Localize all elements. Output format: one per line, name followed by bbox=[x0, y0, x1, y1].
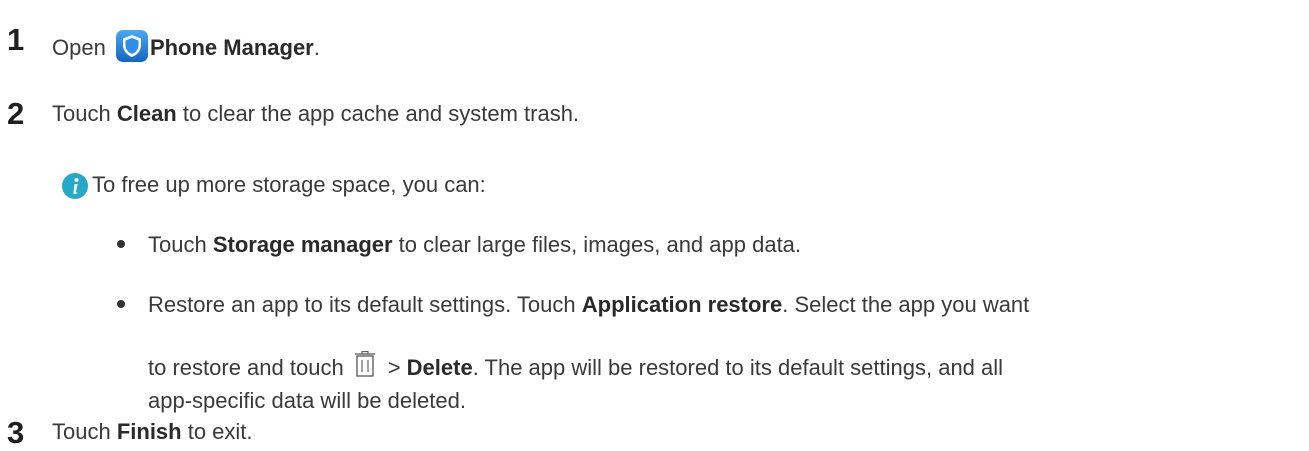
bullet-1-text: Touch Storage manager to clear large fil… bbox=[148, 234, 801, 256]
bullet-1-prefix: Touch bbox=[148, 232, 213, 257]
step-2-prefix: Touch bbox=[52, 101, 117, 126]
bullet-2-line-1-suffix: . Select the app you want bbox=[782, 292, 1030, 317]
info-icon bbox=[62, 173, 88, 199]
bullet-2-line-2-bold: Delete bbox=[406, 355, 473, 380]
phone-manager-shield-icon bbox=[115, 30, 148, 62]
step-3-text: Touch Finish to exit. bbox=[52, 421, 253, 443]
step-number-1: 1 bbox=[7, 22, 25, 57]
bullet-2-line-1-bold: Application restore bbox=[581, 292, 783, 317]
bullet-2-line-3: app-specific data will be deleted. bbox=[148, 388, 466, 413]
bullet-2-line-2-prefix: to restore and touch bbox=[148, 355, 344, 380]
step-number-2: 2 bbox=[7, 96, 25, 131]
step-1-prefix: Open bbox=[52, 35, 112, 60]
step-3-suffix: to exit. bbox=[181, 419, 253, 444]
step-3-bold: Finish bbox=[116, 419, 182, 444]
bullet-2-line-1: Restore an app to its default settings. … bbox=[148, 294, 1029, 316]
bullet-2-line-2: to restore and touch > Delete. The app w… bbox=[148, 351, 1003, 379]
trash-icon bbox=[354, 351, 375, 377]
bullet-dot bbox=[117, 300, 125, 308]
bullet-1-bold: Storage manager bbox=[212, 232, 393, 257]
step-number-3: 3 bbox=[7, 415, 25, 450]
note-intro: To free up more storage space, you can: bbox=[92, 172, 486, 197]
step-2-text: Touch Clean to clear the app cache and s… bbox=[52, 103, 579, 125]
bullet-2-line-2-gt: > bbox=[387, 355, 407, 380]
step-2-suffix: to clear the app cache and system trash. bbox=[176, 101, 580, 126]
step-3-prefix: Touch bbox=[52, 419, 117, 444]
step-1-suffix: . bbox=[313, 35, 320, 60]
step-1-bold: Phone Manager bbox=[149, 35, 314, 60]
bullet-1-suffix: to clear large files, images, and app da… bbox=[392, 232, 802, 257]
bullet-2-line-1-prefix: Restore an app to its default settings. … bbox=[148, 292, 582, 317]
bullet-2-line-2-suffix: . The app will be restored to its defaul… bbox=[472, 355, 1004, 380]
step-1-text: Open Phone Manager. bbox=[52, 30, 320, 62]
step-2-bold: Clean bbox=[116, 101, 177, 126]
bullet-dot bbox=[117, 240, 125, 248]
